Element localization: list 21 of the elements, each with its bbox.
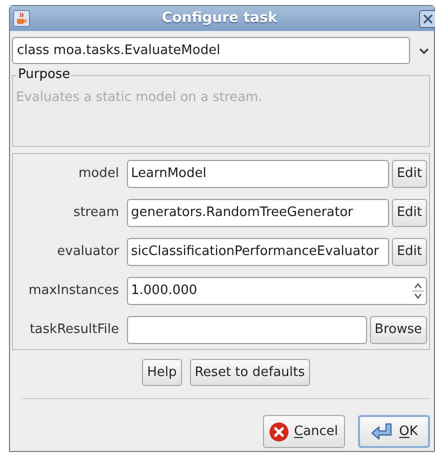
text-field[interactable]: LearnModel (127, 160, 389, 188)
edit-button[interactable]: Edit (392, 238, 427, 266)
text-field[interactable]: generators.RandomTreeGenerator (127, 199, 389, 227)
edit-button[interactable]: Edit (392, 199, 427, 227)
option-label: model (78, 165, 119, 184)
group-title: Purpose (17, 67, 72, 83)
reset-button[interactable]: Reset to defaults (190, 359, 310, 386)
help-button[interactable]: Help (142, 359, 182, 386)
option-label: taskResultFile (28, 321, 119, 340)
browse-button[interactable]: Browse (370, 316, 427, 344)
cancel-button[interactable]: Cancel (263, 415, 345, 448)
ok-button[interactable]: OK (358, 415, 430, 448)
option-label: evaluator (56, 243, 119, 262)
spinner-value: 1.000.000 (131, 282, 198, 300)
purpose-description: Evaluates a static model on a stream. (15, 89, 264, 107)
option-label: stream (72, 204, 119, 222)
window-title: Configure task (160, 9, 278, 28)
text-field[interactable]: sicClassificationPerformanceEvaluator (127, 238, 389, 266)
edit-button[interactable]: Edit (392, 160, 427, 188)
option-label: maxInstances (28, 282, 119, 300)
number-spinner[interactable]: 1.000.000 (127, 277, 427, 305)
